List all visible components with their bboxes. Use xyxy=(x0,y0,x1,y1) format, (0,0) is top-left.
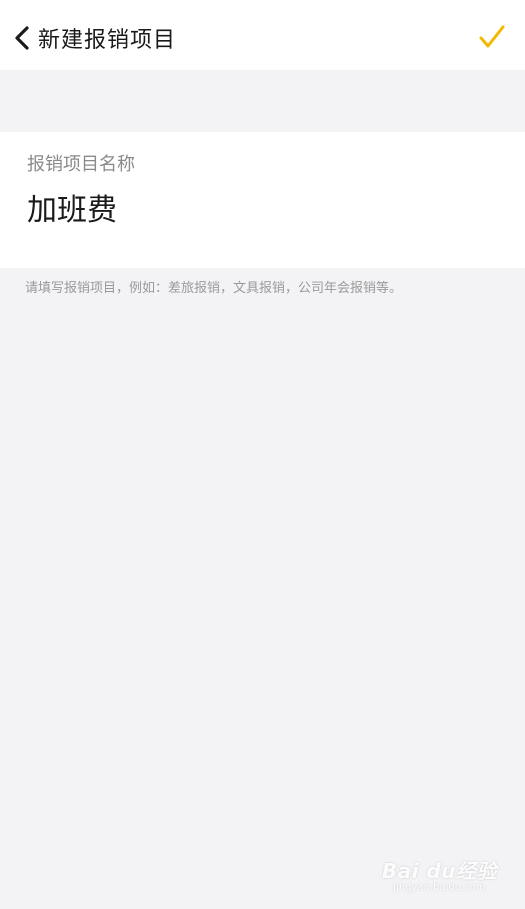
hint-text: 请填写报销项目，例如：差旅报销，文具报销，公司年会报销等。 xyxy=(25,281,403,296)
form-card: 报销项目名称 xyxy=(0,132,525,268)
back-button[interactable]: 新建报销项目 xyxy=(14,18,176,58)
watermark-sub-text: jingyan.baidu.com xyxy=(393,882,486,893)
field-label: 报销项目名称 xyxy=(27,154,135,175)
checkmark-icon xyxy=(479,25,505,48)
navigation-bar: 新建报销项目 xyxy=(0,0,525,70)
watermark-logo: Bai du经验 jingyan.baidu.com xyxy=(382,855,497,893)
item-name-input[interactable] xyxy=(24,182,500,232)
watermark-main-text: Bai du经验 xyxy=(381,859,497,883)
section-spacer xyxy=(0,70,525,132)
confirm-button[interactable] xyxy=(477,22,507,52)
chevron-left-icon xyxy=(15,26,29,50)
page-title: 新建报销项目 xyxy=(38,28,177,53)
